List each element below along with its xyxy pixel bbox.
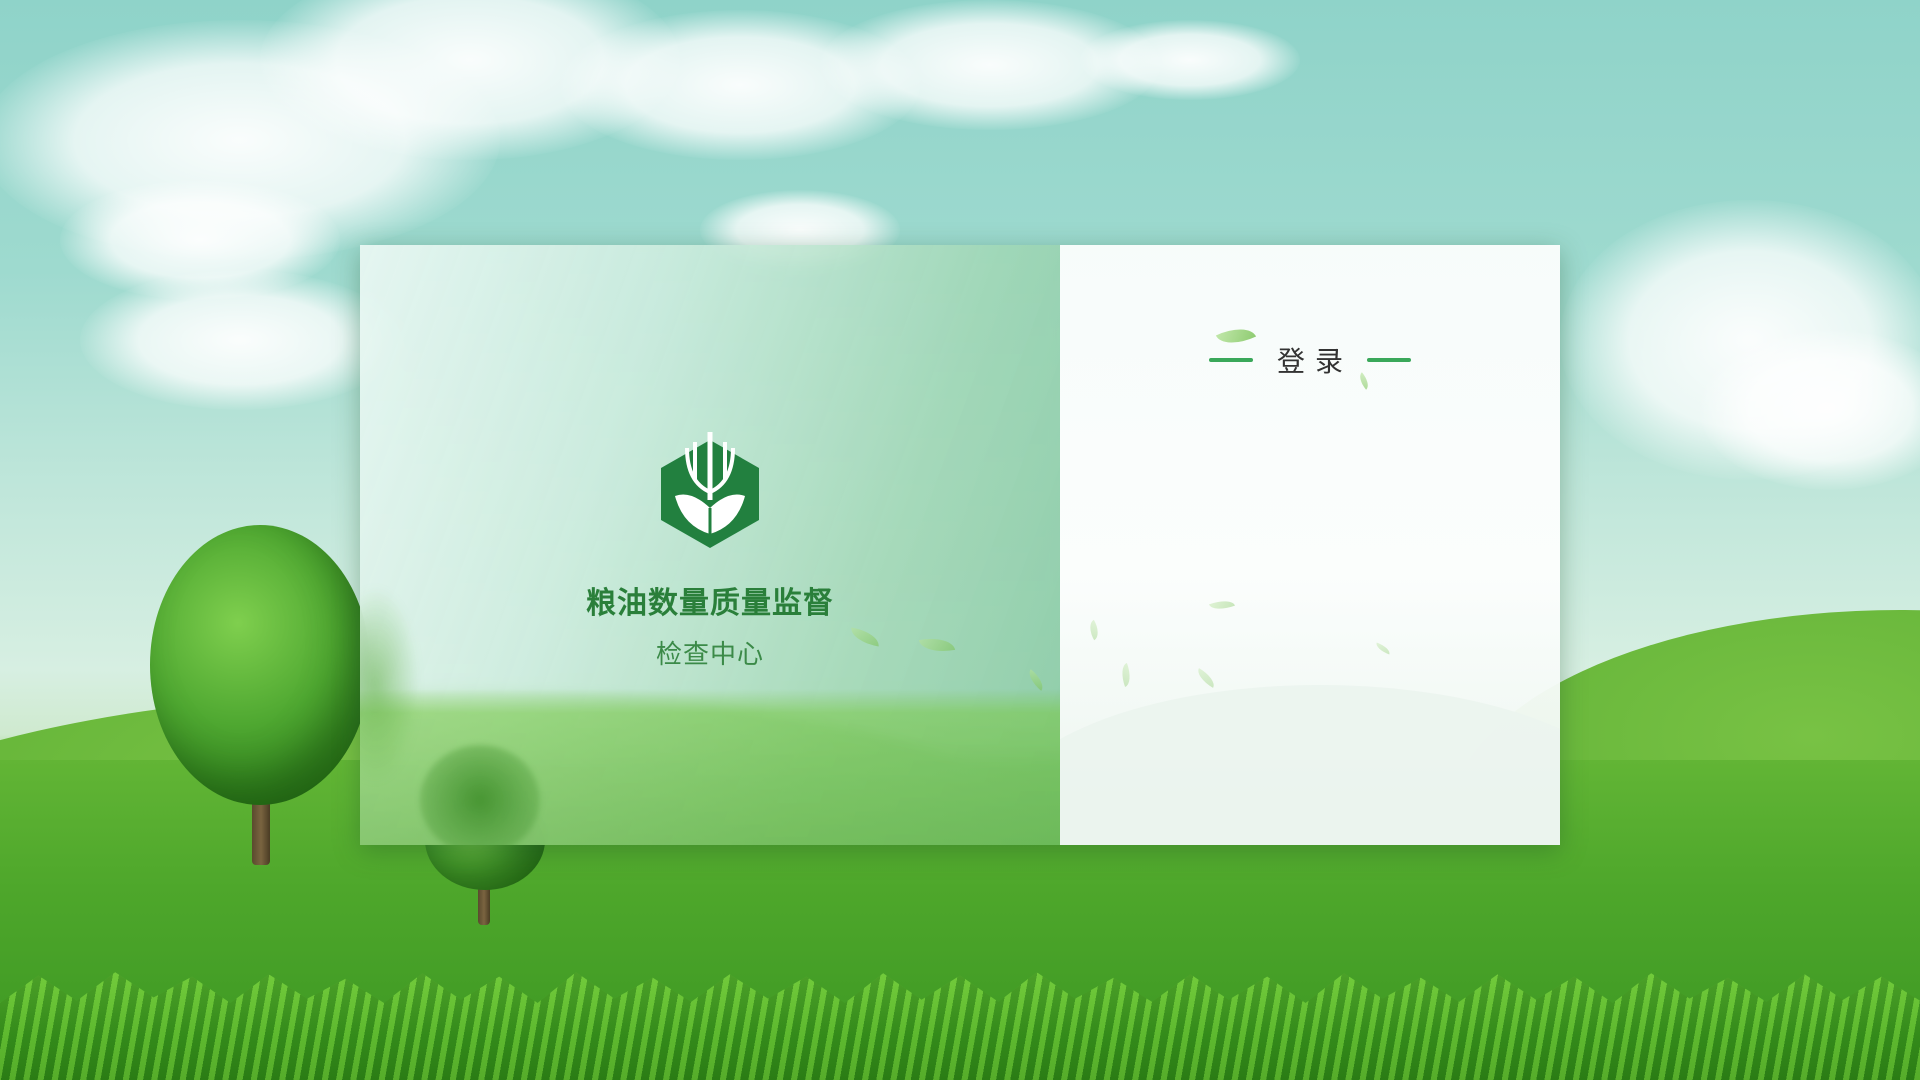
heading-line-left (1208, 358, 1253, 362)
cloud (1080, 20, 1300, 100)
tree-crown (150, 525, 370, 805)
heading-line-right (1367, 358, 1411, 362)
wheat-shield-icon (661, 432, 759, 548)
login-card: 粮油数量质量监督 检查中心 登录 (360, 245, 1560, 845)
wave-decoration (1060, 685, 1560, 845)
brand-panel: 粮油数量质量监督 检查中心 (360, 245, 1060, 845)
leaf-decoration (1209, 596, 1235, 614)
login-heading: 登录 (1060, 340, 1560, 380)
cloud (80, 270, 400, 410)
login-title: 登录 (1276, 345, 1353, 378)
leaf-decoration (1374, 642, 1392, 655)
blurred-tree (420, 745, 540, 845)
leaf-decoration (1193, 668, 1219, 688)
login-panel: 登录 (1060, 245, 1560, 845)
leaf-decoration (1117, 662, 1135, 688)
app-title: 粮油数量质量监督 (586, 586, 834, 621)
login-page-background: 粮油数量质量监督 检查中心 登录 (0, 0, 1920, 1080)
app-subtitle: 检查中心 (655, 640, 764, 670)
brand-block: 粮油数量质量监督 检查中心 (360, 430, 1060, 671)
tree-large (130, 515, 390, 875)
leaf-decoration (1085, 619, 1103, 641)
leaf-decoration (1024, 669, 1048, 691)
